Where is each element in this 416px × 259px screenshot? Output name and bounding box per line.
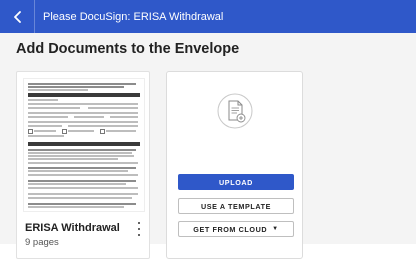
use-template-button[interactable]: USE A TEMPLATE [178, 198, 294, 214]
add-document-icon [217, 93, 253, 129]
chevron-left-icon [13, 10, 21, 23]
upload-panel: UPLOAD USE A TEMPLATE GET FROM CLOUD ▼ [166, 71, 303, 259]
top-bar: Please DocuSign: ERISA Withdrawal [0, 0, 416, 33]
document-name: ERISA Withdrawal [25, 222, 120, 234]
envelope-title: Please DocuSign: ERISA Withdrawal [43, 10, 224, 23]
top-bar-divider [34, 0, 35, 33]
kebab-menu-icon[interactable] [135, 222, 143, 236]
get-from-cloud-label: GET FROM CLOUD [193, 224, 268, 234]
back-button[interactable] [6, 0, 28, 33]
document-card[interactable]: ERISA Withdrawal 9 pages [16, 71, 150, 259]
get-from-cloud-button[interactable]: GET FROM CLOUD ▼ [178, 221, 294, 237]
main-content: Add Documents to the Envelope ERISA With… [0, 33, 416, 259]
document-page-count: 9 pages [25, 237, 59, 248]
upload-button[interactable]: UPLOAD [178, 174, 294, 190]
caret-down-icon: ▼ [272, 226, 279, 232]
page-title: Add Documents to the Envelope [16, 41, 240, 57]
document-thumbnail [23, 78, 145, 212]
